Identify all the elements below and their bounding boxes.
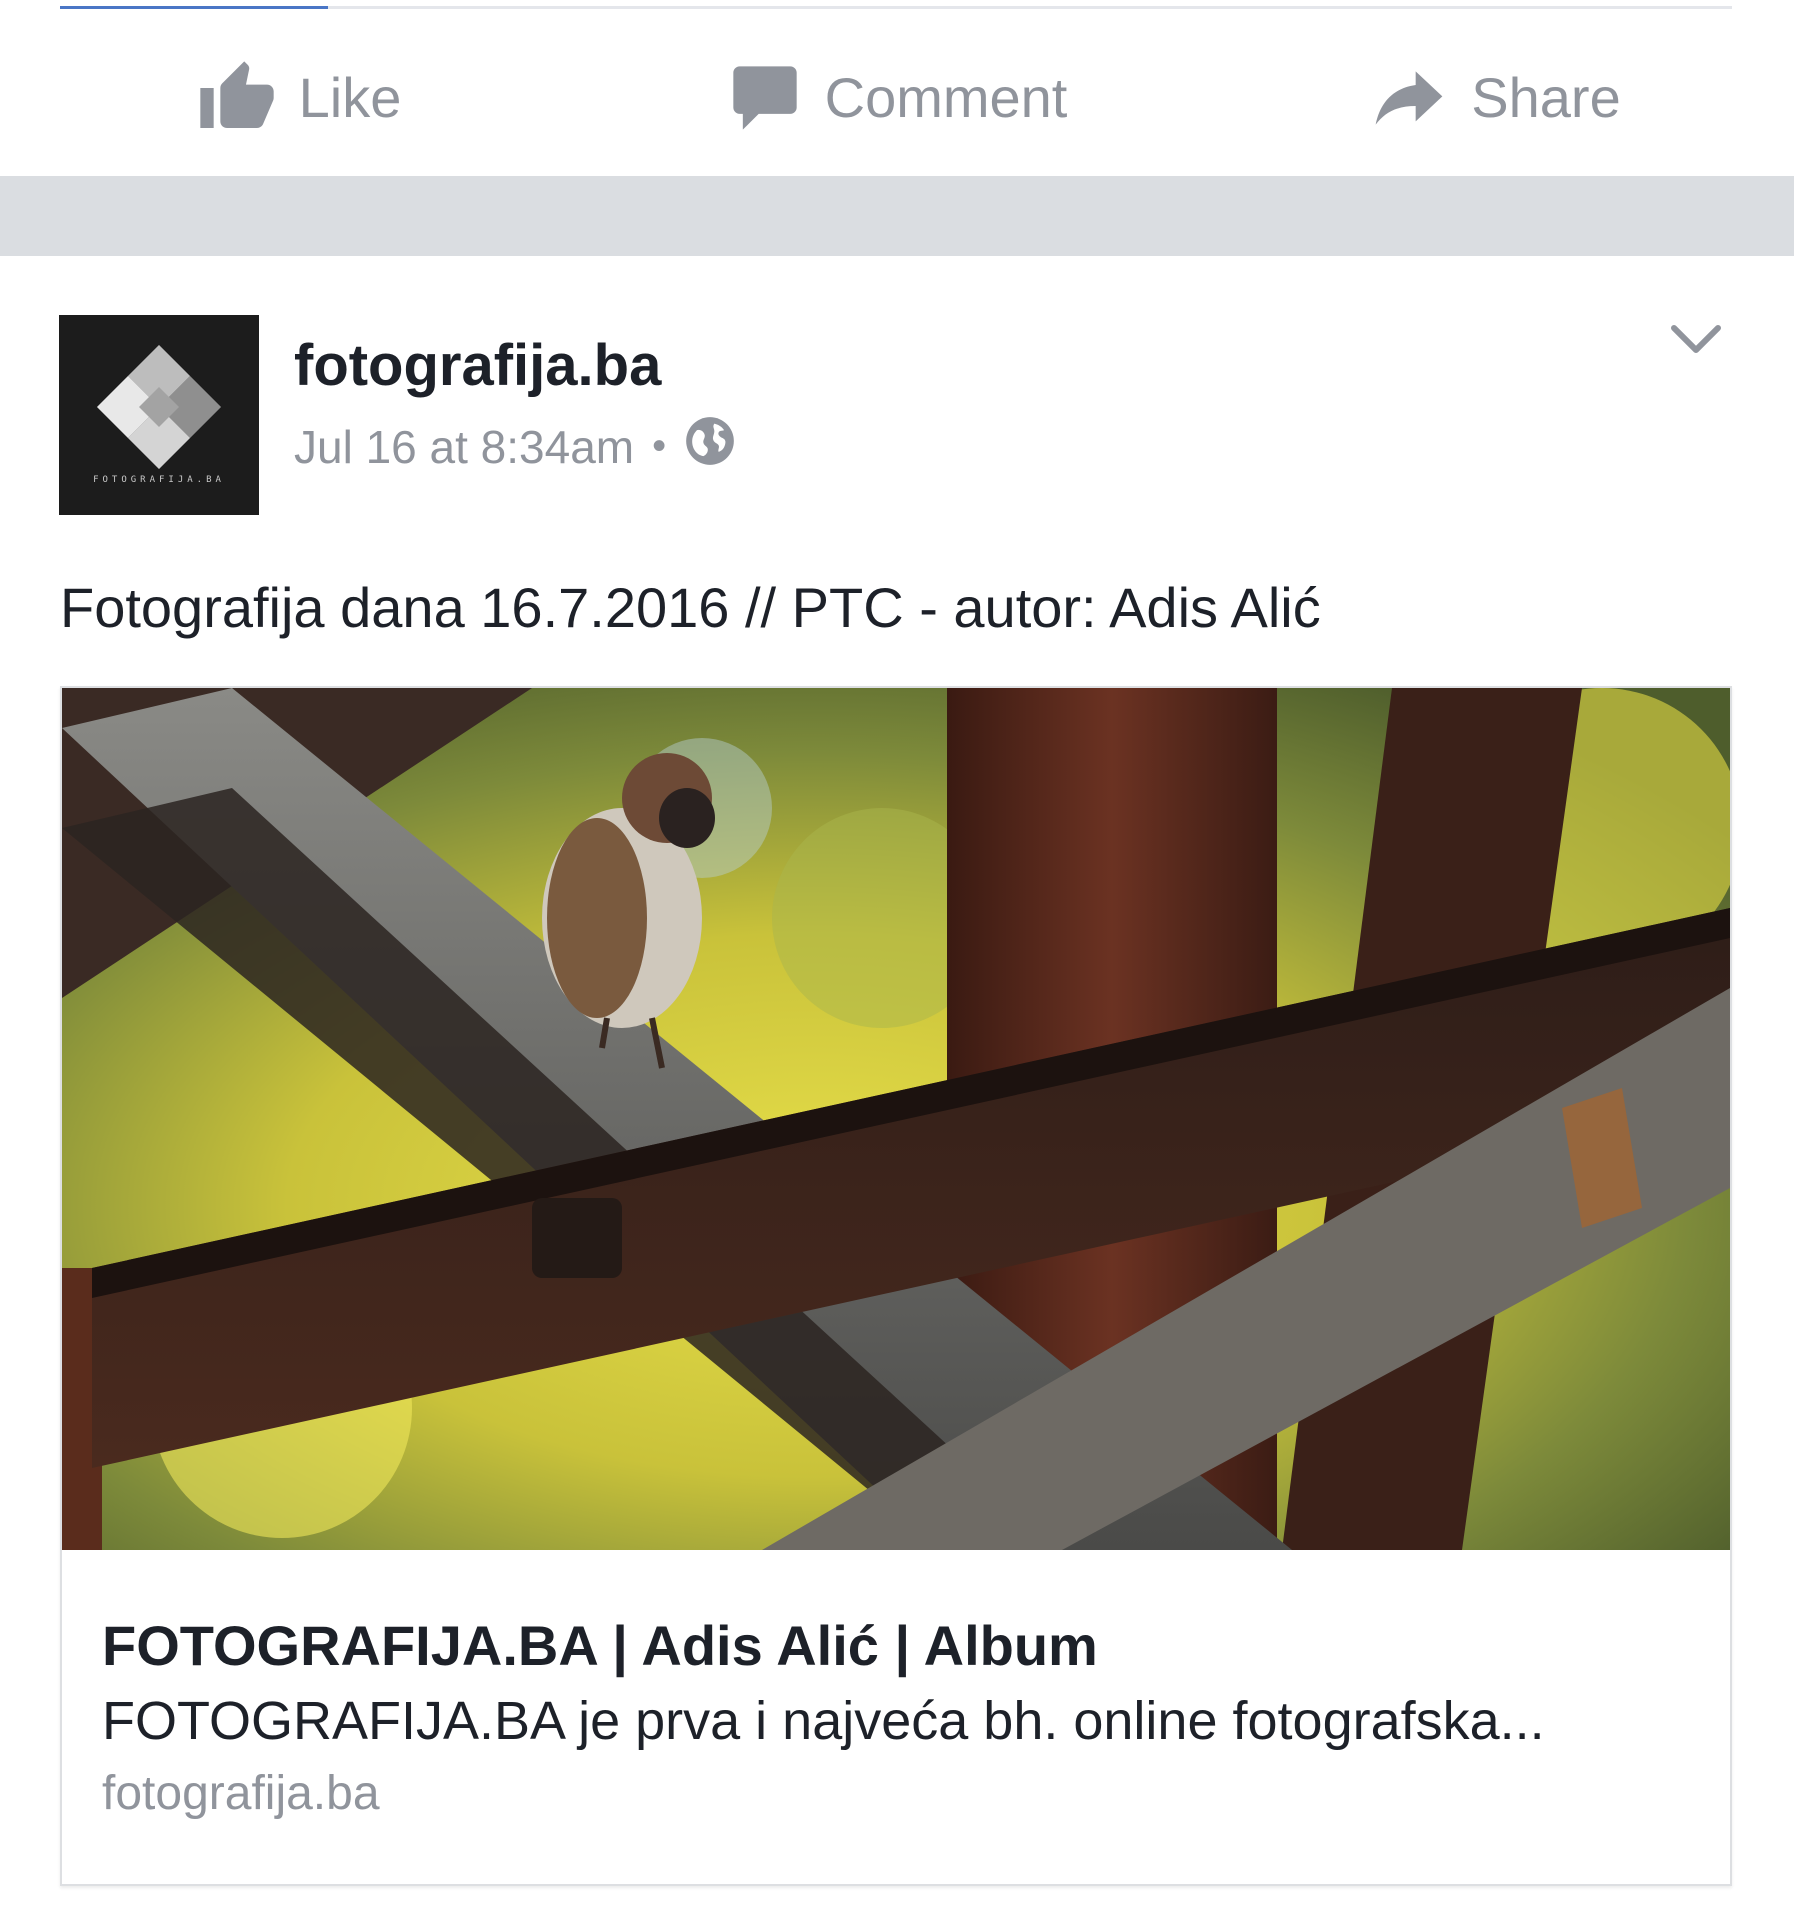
like-label: Like: [298, 66, 402, 129]
feed-separator: [0, 176, 1794, 256]
like-button[interactable]: Like: [0, 58, 598, 138]
post-options-chevron-icon[interactable]: [1668, 320, 1724, 365]
page-name-link[interactable]: fotografija.ba: [294, 332, 661, 399]
comment-label: Comment: [824, 66, 1068, 129]
post-timestamp[interactable]: Jul 16 at 8:34am: [294, 420, 634, 474]
link-description: FOTOGRAFIJA.BA je prva i najveća bh. onl…: [102, 1691, 1545, 1751]
loading-progress-bar: [60, 6, 1732, 9]
post-text: Fotografija dana 16.7.2016 // PTC - auto…: [60, 576, 1321, 639]
comment-button[interactable]: Comment: [598, 60, 1196, 136]
page-avatar[interactable]: FOTOGRAFIJA.BA: [59, 315, 259, 515]
fotografija-logo-mark: [97, 345, 221, 469]
link-title[interactable]: FOTOGRAFIJA.BA | Adis Alić | Album: [102, 1613, 1098, 1678]
thumbs-up-icon: [197, 58, 277, 138]
avatar-logo-text: FOTOGRAFIJA.BA: [93, 475, 225, 485]
comment-bubble-icon: [727, 60, 803, 136]
globe-icon: [684, 415, 736, 478]
post-action-bar: Like Comment Share: [0, 20, 1794, 175]
link-preview-card[interactable]: FOTOGRAFIJA.BA | Adis Alić | Album FOTOG…: [60, 686, 1732, 1886]
post-meta: Jul 16 at 8:34am •: [294, 415, 736, 478]
link-domain: fotografija.ba: [102, 1767, 380, 1820]
share-label: Share: [1471, 66, 1621, 129]
link-preview-image[interactable]: [62, 688, 1730, 1550]
share-arrow-icon: [1369, 58, 1449, 138]
share-button[interactable]: Share: [1196, 58, 1794, 138]
meta-separator: •: [652, 424, 667, 468]
